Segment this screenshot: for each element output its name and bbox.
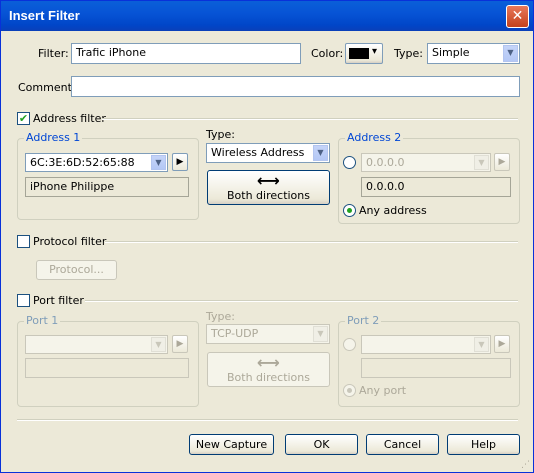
port2-specific-radio[interactable] (343, 338, 356, 351)
port-type-value: TCP-UDP (211, 327, 259, 340)
port-direction-button[interactable]: ⟷ Both directions (207, 352, 330, 387)
divider (105, 241, 518, 243)
dropdown-arrow-icon[interactable]: ▼ (503, 45, 518, 62)
address1-play-button[interactable]: ▶ (172, 153, 188, 171)
comment-label: Comment: (18, 81, 76, 94)
type-label: Type: (394, 47, 423, 60)
address2-specific-radio[interactable] (343, 156, 356, 169)
port1-select[interactable]: ▼ (25, 335, 168, 354)
color-swatch (349, 48, 369, 59)
cancel-button[interactable]: Cancel (366, 434, 439, 455)
direction-label: Both directions (227, 189, 310, 202)
dropdown-arrow-icon[interactable]: ▼ (313, 326, 328, 342)
address2-play-button[interactable]: ▶ (494, 153, 510, 171)
address1-select[interactable]: 6C:3E:6D:52:65:88 ▼ (25, 153, 168, 172)
port1-field (25, 358, 189, 378)
color-picker-button[interactable]: ▾ (345, 43, 383, 64)
address-type-label: Type: (206, 128, 235, 141)
dropdown-arrow-icon[interactable]: ▼ (151, 337, 166, 352)
chevron-down-icon: ▾ (372, 46, 378, 57)
filter-label: Filter: (38, 47, 69, 60)
close-button[interactable]: ✕ (506, 5, 529, 28)
port1-play-button[interactable]: ▶ (172, 335, 188, 353)
port-direction-label: Both directions (227, 371, 310, 384)
address2-select[interactable]: 0.0.0.0 ▼ (361, 153, 491, 172)
port-type-label: Type: (206, 310, 235, 323)
divider (102, 118, 518, 120)
comment-input[interactable] (71, 76, 520, 97)
title-bar: Insert Filter ✕ (1, 1, 533, 31)
filter-type-select[interactable]: Simple ▼ (427, 43, 520, 64)
port2-title: Port 2 (345, 314, 382, 327)
port2-play-button[interactable]: ▶ (494, 335, 510, 353)
help-button[interactable]: Help (447, 434, 520, 455)
any-address-radio[interactable] (343, 204, 356, 217)
port-filter-label: Port filter (33, 294, 84, 307)
address-filter-checkbox[interactable]: ✔ (17, 112, 30, 125)
divider (17, 419, 518, 421)
filter-name-input[interactable]: Trafic iPhone (71, 43, 301, 64)
address1-value: 6C:3E:6D:52:65:88 (30, 156, 135, 169)
filter-type-value: Simple (432, 46, 470, 59)
window-title: Insert Filter (9, 8, 80, 23)
protocol-filter-checkbox[interactable] (17, 235, 30, 248)
any-port-label: Any port (359, 384, 407, 397)
color-label: Color: (311, 47, 344, 60)
address1-alias-field: iPhone Philippe (25, 177, 189, 197)
ok-button[interactable]: OK (285, 434, 358, 455)
address2-title: Address 2 (345, 131, 404, 144)
address2-value: 0.0.0.0 (366, 156, 405, 169)
port-filter-checkbox[interactable] (17, 294, 30, 307)
address-type-value: Wireless Address (211, 146, 305, 159)
dropdown-arrow-icon[interactable]: ▼ (474, 155, 489, 170)
any-address-label: Any address (359, 204, 427, 217)
resize-grip-icon[interactable]: ⋰ (521, 460, 531, 470)
port2-field (361, 358, 511, 378)
address-filter-label: Address filter (33, 112, 106, 125)
insert-filter-dialog: Insert Filter ✕ Filter: Trafic iPhone Co… (0, 0, 534, 473)
protocol-filter-label: Protocol filter (33, 235, 107, 248)
port2-select[interactable]: ▼ (361, 335, 491, 354)
dropdown-arrow-icon[interactable]: ▼ (151, 155, 166, 170)
divider (85, 300, 518, 302)
dropdown-arrow-icon[interactable]: ▼ (313, 145, 328, 161)
dropdown-arrow-icon[interactable]: ▼ (474, 337, 489, 352)
new-capture-button[interactable]: New Capture (189, 434, 274, 455)
address2-field: 0.0.0.0 (361, 177, 511, 197)
protocol-button[interactable]: Protocol... (36, 260, 117, 280)
any-port-radio[interactable] (343, 384, 356, 397)
address-type-select[interactable]: Wireless Address ▼ (206, 143, 330, 163)
both-directions-icon: ⟷ (257, 353, 280, 372)
address1-title: Address 1 (24, 131, 83, 144)
port1-title: Port 1 (24, 314, 61, 327)
both-directions-icon: ⟷ (257, 171, 280, 190)
address-direction-button[interactable]: ⟷ Both directions (207, 170, 330, 205)
port-type-select[interactable]: TCP-UDP ▼ (206, 324, 330, 344)
